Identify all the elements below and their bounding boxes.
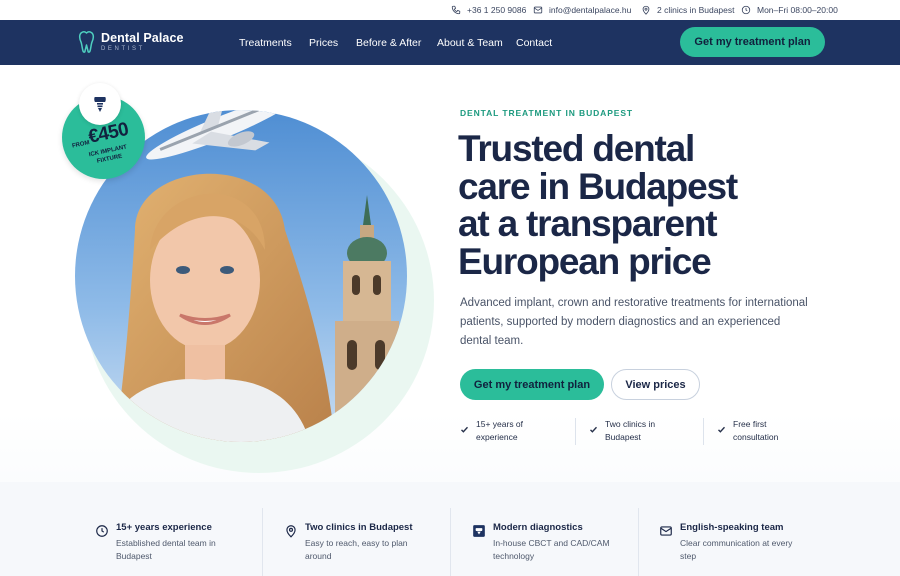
highlight-desc: Established dental team in Budapest xyxy=(116,538,216,561)
highlight-divider xyxy=(262,508,263,576)
mail-icon xyxy=(533,6,543,14)
opening-hours: Mon–Fri 08:00–20:00 xyxy=(741,0,838,20)
highlight-divider xyxy=(450,508,451,576)
nav-prices[interactable]: Prices xyxy=(309,20,338,65)
feature-divider xyxy=(703,418,704,445)
phone-number: +36 1 250 9086 xyxy=(467,5,527,15)
implant-icon xyxy=(79,83,121,125)
feature-text: Two clinics in Budapest xyxy=(605,419,656,442)
highlight-title: English-speaking team xyxy=(680,522,784,533)
view-prices-button[interactable]: View prices xyxy=(611,369,700,400)
email-address: info@dentalpalace.hu xyxy=(549,5,632,15)
main-navbar: Dental Palace DENTIST Treatments Prices … xyxy=(0,20,900,65)
nav-about-team[interactable]: About & Team xyxy=(437,20,503,65)
treatment-plan-button[interactable]: Get my treatment plan xyxy=(460,369,604,400)
highlight-title: Two clinics in Budapest xyxy=(305,522,413,533)
phone-icon xyxy=(451,5,461,15)
brand-name: Dental Palace xyxy=(101,30,184,45)
location-icon xyxy=(642,5,650,15)
highlight-divider xyxy=(638,508,639,576)
mail-icon xyxy=(659,524,673,538)
location-icon xyxy=(284,524,298,538)
nav-before-after[interactable]: Before & After xyxy=(356,20,421,65)
highlight-title: Modern diagnostics xyxy=(493,522,583,533)
feature-text: 15+ years of experience xyxy=(476,419,524,442)
clock-icon xyxy=(741,5,751,15)
clinics-text: 2 clinics in Budapest xyxy=(657,5,735,15)
tooth-icon xyxy=(78,30,95,54)
nav-contact[interactable]: Contact xyxy=(516,20,552,65)
clinics-info[interactable]: 2 clinics in Budapest xyxy=(641,0,735,20)
diagnostics-icon xyxy=(472,524,486,538)
check-icon xyxy=(461,426,468,433)
utility-bar: +36 1 250 9086 info@dentalpalace.hu 2 cl… xyxy=(0,0,900,20)
feature-text: Free first consultation xyxy=(733,419,779,442)
badge-from-label: FROM xyxy=(71,140,91,150)
brand-tagline: DENTIST xyxy=(101,46,145,53)
check-icon xyxy=(718,426,725,433)
highlight-desc: Clear communication at every step xyxy=(680,538,793,561)
check-icon xyxy=(590,426,597,433)
feature-consultation: Free first consultation xyxy=(717,418,809,446)
brand-logo[interactable]: Dental Palace DENTIST xyxy=(78,30,184,54)
feature-divider xyxy=(575,418,576,445)
phone-contact[interactable]: +36 1 250 9086 xyxy=(451,0,526,20)
highlight-desc: Easy to reach, easy to plan around xyxy=(305,538,408,561)
highlight-title: 15+ years experience xyxy=(116,522,212,533)
feature-experience: 15+ years of experience xyxy=(460,418,552,446)
hero-lead: Advanced implant, crown and restorative … xyxy=(460,297,808,347)
clock-icon xyxy=(95,524,109,538)
email-contact[interactable]: info@dentalpalace.hu xyxy=(533,0,631,20)
nav-treatment-plan-button[interactable]: Get my treatment plan xyxy=(680,27,825,57)
feature-clinics: Two clinics in Budapest xyxy=(589,418,681,446)
hours-text: Mon–Fri 08:00–20:00 xyxy=(757,5,838,15)
highlight-desc: In-house CBCT and CAD/CAM technology xyxy=(493,538,610,561)
hero-eyebrow: DENTAL TREATMENT IN BUDAPEST xyxy=(460,108,634,118)
hero-headline: Trusted dental care in Budapest at a tra… xyxy=(458,128,738,282)
nav-treatments[interactable]: Treatments xyxy=(239,20,292,65)
